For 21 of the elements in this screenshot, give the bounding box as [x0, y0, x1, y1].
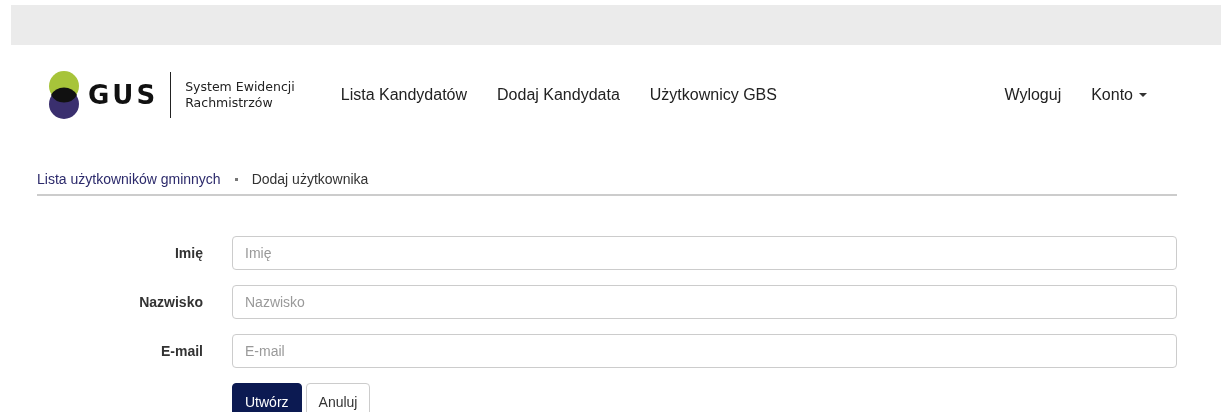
field-label: Imię: [174, 245, 203, 261]
create-button[interactable]: Utwórz: [232, 383, 302, 412]
caret-icon: [1139, 93, 1147, 97]
nav-link[interactable]: Dodaj Kandydata: [497, 86, 620, 104]
input-field[interactable]: Imię: [232, 236, 1177, 270]
field-label: Nazwisko: [138, 294, 203, 310]
cancel-button[interactable]: Anuluj: [305, 383, 371, 412]
input-field[interactable]: Nazwisko: [232, 285, 1177, 319]
nav-link[interactable]: Użytkownicy GBS: [649, 86, 777, 104]
logout-link[interactable]: Wyloguj: [1004, 86, 1062, 104]
app-subtitle: Rachmistrzów: [185, 95, 274, 111]
breadcrumb-link[interactable]: Lista użytkowników gminnych: [37, 171, 221, 187]
separator-icon: [234, 177, 238, 181]
input-field[interactable]: E-mail: [232, 334, 1177, 368]
app-subtitle: System Ewidencji: [185, 79, 295, 95]
account-menu[interactable]: Konto: [1091, 86, 1147, 104]
logo-icon: [48, 71, 80, 119]
field-label: E-mail: [160, 343, 203, 359]
logo-text: GUS: [88, 80, 159, 110]
nav-link[interactable]: Lista Kandydatów: [340, 86, 468, 104]
breadcrumb-current-page: Dodaj użytkownika: [251, 171, 369, 187]
